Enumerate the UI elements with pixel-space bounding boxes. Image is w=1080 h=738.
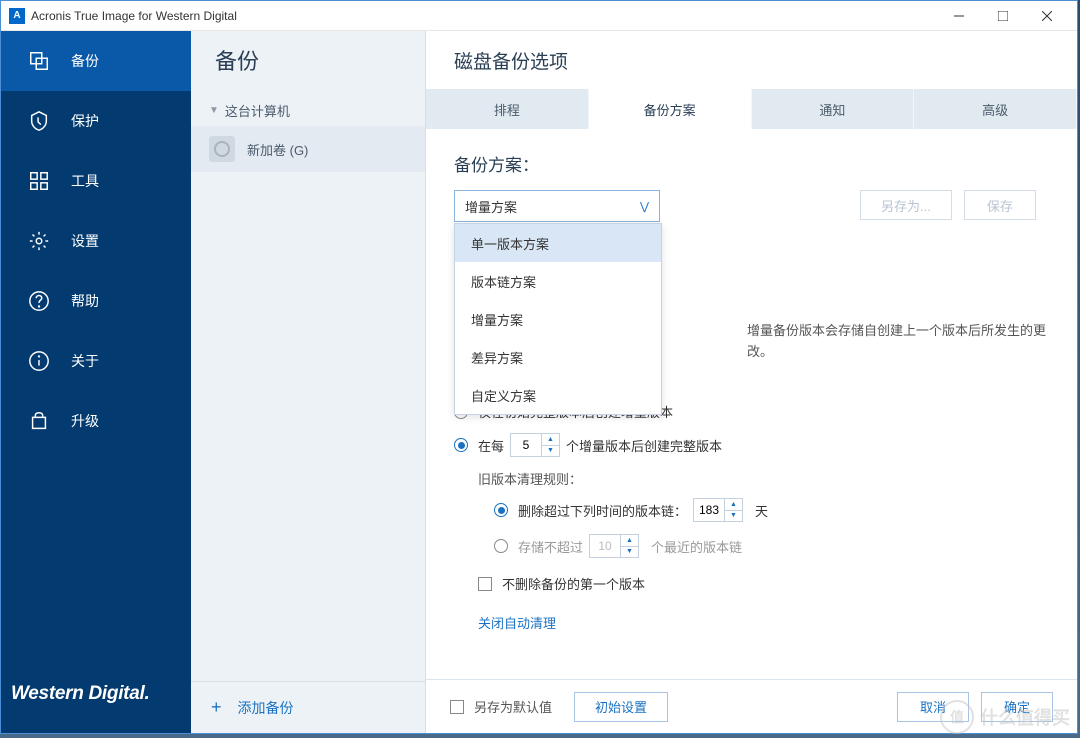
sidebar-item-protect[interactable]: 保护 xyxy=(1,91,191,151)
close-auto-cleanup-link[interactable]: 关闭自动清理 xyxy=(478,613,556,632)
sidebar-item-tools[interactable]: 工具 xyxy=(1,151,191,211)
save-as-button[interactable]: 另存为... xyxy=(860,190,952,220)
checkbox-label: 不删除备份的第一个版本 xyxy=(502,574,645,593)
sidebar-item-help[interactable]: 帮助 xyxy=(1,271,191,331)
watermark: 值 什么值得买 xyxy=(940,700,1070,734)
spin-down[interactable]: ▼ xyxy=(542,446,559,457)
sidebar-label: 备份 xyxy=(71,51,99,71)
radio-label: 删除超过下列时间的版本链： xyxy=(518,501,687,520)
minimize-button[interactable] xyxy=(937,2,981,30)
days-spinner[interactable]: ▲▼ xyxy=(693,498,743,522)
sidebar-item-about[interactable]: 关于 xyxy=(1,331,191,391)
backup-list-item[interactable]: 新加卷 (G) xyxy=(191,126,425,172)
maximize-button[interactable] xyxy=(981,2,1025,30)
chevron-down-icon: ⋁ xyxy=(640,200,649,213)
dropdown-option[interactable]: 差异方案 xyxy=(455,338,661,376)
shield-icon xyxy=(27,109,51,133)
radio-label-a: 在每 xyxy=(478,436,504,455)
dropdown-option[interactable]: 单一版本方案 xyxy=(455,224,661,262)
grid-icon xyxy=(27,169,51,193)
days-input[interactable] xyxy=(693,498,725,522)
sidebar: 备份 保护 工具 设置 帮助 关于 xyxy=(1,31,191,733)
options-panel: 磁盘备份选项 排程 备份方案 通知 高级 备份方案： 增量方案 ⋁ 单一版本方案… xyxy=(426,31,1077,733)
backup-heading: 备份 xyxy=(191,31,425,89)
save-button[interactable]: 保存 xyxy=(964,190,1036,220)
radio-label: 存储不超过 xyxy=(518,537,583,556)
plus-icon: + xyxy=(211,697,222,718)
spin-up[interactable]: ▲ xyxy=(725,499,742,511)
spin-down[interactable]: ▼ xyxy=(621,547,638,558)
disk-icon xyxy=(209,136,235,162)
backup-item-name: 新加卷 (G) xyxy=(247,140,308,159)
sidebar-label: 工具 xyxy=(71,171,99,191)
scheme-description: 增量备份版本会存储自创建上一个版本后所发生的更改。 xyxy=(747,321,1047,363)
tab-notify[interactable]: 通知 xyxy=(752,89,915,129)
titlebar: A Acronis True Image for Western Digital xyxy=(1,1,1077,31)
sidebar-label: 关于 xyxy=(71,351,99,371)
radio-store-max[interactable] xyxy=(494,539,508,553)
sidebar-label: 升级 xyxy=(71,411,99,431)
spin-up[interactable]: ▲ xyxy=(621,535,638,547)
tab-schedule[interactable]: 排程 xyxy=(426,89,589,129)
increment-input[interactable] xyxy=(510,433,542,457)
checkbox-save-default[interactable] xyxy=(450,700,464,714)
tree-node-label: 这台计算机 xyxy=(225,101,290,120)
spin-up[interactable]: ▲ xyxy=(542,434,559,446)
sidebar-item-upgrade[interactable]: 升级 xyxy=(1,391,191,451)
info-icon xyxy=(27,349,51,373)
dropdown-list: 单一版本方案 版本链方案 增量方案 差异方案 自定义方案 xyxy=(454,223,662,415)
help-icon xyxy=(27,289,51,313)
checkbox-keep-first[interactable] xyxy=(478,577,492,591)
radio-every-n[interactable] xyxy=(454,438,468,452)
sidebar-label: 帮助 xyxy=(71,291,99,311)
app-icon: A xyxy=(9,8,25,24)
dropdown-option[interactable]: 增量方案 xyxy=(455,300,661,338)
tab-advanced[interactable]: 高级 xyxy=(914,89,1077,129)
gear-icon xyxy=(27,229,51,253)
window-title: Acronis True Image for Western Digital xyxy=(31,9,937,23)
scheme-label: 备份方案： xyxy=(454,151,1049,176)
add-backup-button[interactable]: + 添加备份 xyxy=(191,681,425,733)
tab-scheme[interactable]: 备份方案 xyxy=(589,89,752,129)
tree-node-computer[interactable]: ▼ 这台计算机 xyxy=(191,95,425,126)
backup-icon xyxy=(27,49,51,73)
wd-logo: Western Digital. xyxy=(1,663,191,733)
radio-label-b: 个增量版本后创建完整版本 xyxy=(566,436,722,455)
dropdown-option[interactable]: 自定义方案 xyxy=(455,376,661,414)
radio-delete-older[interactable] xyxy=(494,503,508,517)
count-spinner[interactable]: ▲▼ xyxy=(589,534,639,558)
caret-down-icon: ▼ xyxy=(209,105,219,116)
radio-label-b: 天 xyxy=(755,501,768,520)
count-input[interactable] xyxy=(589,534,621,558)
sidebar-label: 设置 xyxy=(71,231,99,251)
radio-label-b: 个最近的版本链 xyxy=(651,537,742,556)
dropdown-option[interactable]: 版本链方案 xyxy=(455,262,661,300)
cleanup-label: 旧版本清理规则： xyxy=(478,469,1049,488)
close-button[interactable] xyxy=(1025,2,1069,30)
sidebar-item-settings[interactable]: 设置 xyxy=(1,211,191,271)
dropdown-value: 增量方案 xyxy=(465,197,640,216)
tabs: 排程 备份方案 通知 高级 xyxy=(426,89,1077,129)
add-backup-label: 添加备份 xyxy=(238,698,294,718)
options-heading: 磁盘备份选项 xyxy=(426,31,1077,89)
sidebar-item-backup[interactable]: 备份 xyxy=(1,31,191,91)
scheme-dropdown[interactable]: 增量方案 ⋁ 单一版本方案 版本链方案 增量方案 差异方案 自定义方案 xyxy=(454,190,660,222)
sidebar-label: 保护 xyxy=(71,111,99,131)
increment-spinner[interactable]: ▲▼ xyxy=(510,433,560,457)
bag-icon xyxy=(27,409,51,433)
initial-settings-button[interactable]: 初始设置 xyxy=(574,692,668,722)
checkbox-label: 另存为默认值 xyxy=(474,697,552,716)
spin-down[interactable]: ▼ xyxy=(725,511,742,522)
backup-list-panel: 备份 ▼ 这台计算机 新加卷 (G) + 添加备份 xyxy=(191,31,426,733)
